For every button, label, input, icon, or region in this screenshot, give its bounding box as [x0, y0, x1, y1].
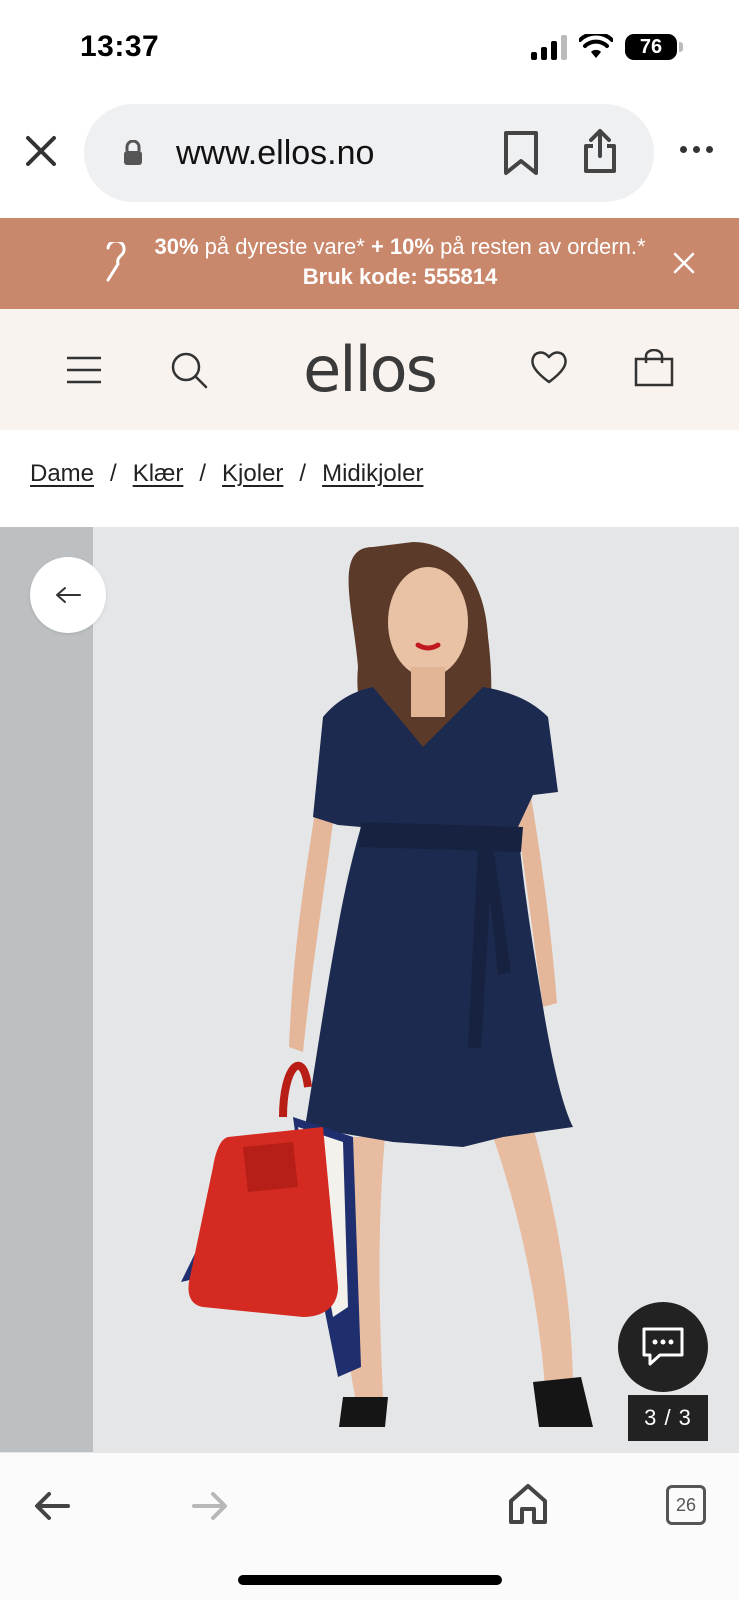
status-bar: 13:37 76 — [0, 0, 739, 100]
status-time: 13:37 — [80, 30, 160, 63]
url-text: www.ellos.no — [176, 134, 375, 172]
promo-discount-1: 30% — [154, 234, 199, 259]
browser-address-bar: www.ellos.no — [0, 100, 739, 215]
promo-close-icon[interactable] — [673, 252, 695, 274]
breadcrumb-separator: / — [110, 460, 117, 487]
promo-code: Bruk kode: 555814 — [302, 264, 498, 289]
battery-icon: 76 — [625, 34, 683, 60]
more-options-icon[interactable] — [680, 146, 713, 153]
previous-image-preview — [0, 527, 93, 1452]
arrow-left-icon — [56, 587, 81, 603]
back-arrow-icon[interactable] — [34, 1491, 70, 1521]
image-counter: 3 / 3 — [628, 1395, 708, 1441]
tabs-count-button[interactable]: 26 — [666, 1485, 706, 1525]
promo-text: 30% på dyreste vare* + 10% på resten av … — [150, 232, 650, 292]
promo-text-part: på dyreste vare* — [198, 234, 371, 259]
breadcrumb-item-dame[interactable]: Dame — [30, 460, 94, 488]
share-icon[interactable] — [582, 128, 618, 174]
breadcrumb: Dame / Klær / Kjoler / Midikjoler — [30, 460, 423, 488]
cellular-signal-icon — [531, 34, 567, 60]
home-indicator — [238, 1575, 502, 1585]
promo-discount-2: + 10% — [370, 234, 434, 259]
home-icon[interactable] — [508, 1483, 548, 1525]
hanger-icon — [106, 242, 126, 282]
promo-banner[interactable]: 30% på dyreste vare* + 10% på resten av … — [0, 218, 739, 309]
breadcrumb-item-midikjoler[interactable]: Midikjoler — [322, 460, 423, 488]
forward-arrow-icon[interactable] — [192, 1491, 228, 1521]
product-image-gallery[interactable]: 3 / 3 — [0, 527, 739, 1452]
breadcrumb-separator: / — [199, 460, 207, 487]
breadcrumb-separator: / — [299, 460, 307, 487]
site-header: ellos — [0, 309, 739, 430]
breadcrumb-item-klaer[interactable]: Klær — [133, 460, 184, 488]
close-icon[interactable] — [24, 134, 58, 168]
breadcrumb-item-kjoler[interactable]: Kjoler — [222, 460, 283, 488]
browser-toolbar: 26 — [0, 1452, 739, 1600]
gallery-back-button[interactable] — [30, 557, 106, 633]
bookmark-icon[interactable] — [502, 130, 540, 176]
wifi-icon — [579, 34, 613, 58]
promo-text-part: på resten av ordern.* — [433, 234, 646, 259]
chat-icon — [642, 1327, 684, 1366]
wishlist-heart-icon[interactable] — [530, 349, 568, 385]
url-field[interactable]: www.ellos.no — [84, 104, 654, 202]
ellos-logo[interactable]: ellos — [0, 333, 739, 406]
lock-icon — [124, 140, 142, 165]
shopping-bag-icon[interactable] — [634, 349, 674, 387]
chat-button[interactable] — [618, 1302, 708, 1392]
status-icons: 76 — [531, 34, 683, 60]
